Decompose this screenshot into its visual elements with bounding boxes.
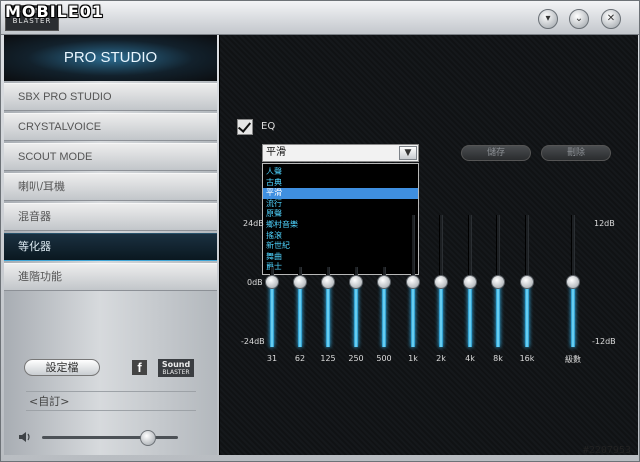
eq-checkbox-label: EQ: [261, 121, 276, 132]
preset-dropdown[interactable]: 平滑 ▼: [262, 144, 419, 162]
slider-fill: [468, 282, 472, 347]
titlebar: SOUND BLASTER MOBILE01 ▾ ⌄ ✕: [1, 1, 639, 35]
preset-option[interactable]: 人聲: [263, 167, 418, 178]
badge-line-2: BLASTER: [162, 369, 190, 376]
slider-thumb[interactable]: [293, 275, 307, 289]
save-preset-button[interactable]: 儲存: [461, 145, 531, 161]
db-top-label: 24dB: [243, 219, 264, 228]
preset-option[interactable]: 古典: [263, 178, 418, 189]
preset-options-list: 人聲 古典 平滑 流行 原聲 鄉村音樂 搖滾 新世紀 舞曲 爵士: [262, 163, 419, 275]
profile-button[interactable]: 設定檔: [24, 359, 100, 376]
preset-option[interactable]: 平滑: [263, 188, 418, 199]
preset-option[interactable]: 流行: [263, 199, 418, 210]
db-mid-label: 0dB: [247, 278, 263, 287]
sidebar-nav: SBX PRO STUDIO CRYSTALVOICE SCOUT MODE 喇叭/耳…: [4, 83, 217, 293]
preset-option[interactable]: 搖滾: [263, 231, 418, 242]
slider-thumb[interactable]: [265, 275, 279, 289]
db-bottom-label: -24dB: [241, 337, 265, 346]
slider-thumb[interactable]: [463, 275, 477, 289]
preset-option[interactable]: 爵士: [263, 262, 418, 273]
slider-thumb[interactable]: [520, 275, 534, 289]
slider-fill: [411, 282, 415, 347]
minimize-button[interactable]: ⌄: [569, 9, 589, 29]
slider-thumb[interactable]: [349, 275, 363, 289]
slider-thumb[interactable]: [406, 275, 420, 289]
preset-option[interactable]: 鄉村音樂: [263, 220, 418, 231]
preset-option[interactable]: 新世紀: [263, 241, 418, 252]
slider-fill: [354, 282, 358, 347]
volume-slider-thumb[interactable]: [139, 430, 156, 446]
slider-fill: [525, 282, 529, 347]
sidebar-item[interactable]: 混音器: [4, 203, 217, 231]
eq-panel: EQ 平滑 ▼ 人聲 古典 平滑 流行 原聲 鄉村音樂 搖滾 新世紀 舞曲 爵士 儲存 刪除 24…: [219, 35, 638, 455]
sidebar: PRO STUDIO SBX PRO STUDIO CRYSTALVOICE SCO…: [4, 35, 217, 455]
slider-thumb[interactable]: [566, 275, 580, 289]
minimize-icon: ⌄: [574, 13, 584, 24]
sound-blaster-badge: Sound BLASTER: [158, 359, 194, 377]
band-label: 16k: [519, 354, 535, 363]
slider-fill: [439, 282, 443, 347]
credit-text: #2207953: [582, 445, 631, 456]
speaker-icon[interactable]: [18, 431, 32, 443]
db-bottom-right-label: -12dB: [592, 337, 616, 346]
band-label: 級數: [565, 355, 581, 364]
dropdown-arrow-icon[interactable]: ▼: [399, 146, 417, 160]
slider-thumb[interactable]: [377, 275, 391, 289]
watermark: MOBILE01: [5, 2, 105, 21]
delete-preset-button[interactable]: 刪除: [541, 145, 611, 161]
slider-fill: [270, 282, 274, 347]
slider-thumb[interactable]: [434, 275, 448, 289]
facebook-icon[interactable]: f: [132, 360, 147, 375]
preset-option[interactable]: 原聲: [263, 209, 418, 220]
eq-checkbox[interactable]: [237, 119, 253, 135]
sidebar-item[interactable]: 等化器: [4, 233, 217, 261]
preset-option[interactable]: 舞曲: [263, 252, 418, 263]
sidebar-item[interactable]: 喇叭/耳機: [4, 173, 217, 201]
sidebar-item[interactable]: SBX PRO STUDIO: [4, 83, 217, 111]
settings-button[interactable]: ▾: [538, 9, 558, 29]
volume-track[interactable]: [42, 436, 178, 439]
badge-line-1: Sound: [161, 360, 191, 369]
sidebar-item[interactable]: SCOUT MODE: [4, 143, 217, 171]
slider-fill: [382, 282, 386, 347]
settings-icon: ▾: [545, 13, 551, 24]
custom-profile-label: <自訂>: [26, 391, 196, 411]
slider-thumb[interactable]: [491, 275, 505, 289]
db-top-right-label: 12dB: [594, 219, 615, 228]
slider-fill: [571, 282, 575, 347]
sidebar-item[interactable]: CRYSTALVOICE: [4, 113, 217, 141]
preset-dropdown-value: 平滑: [266, 147, 286, 158]
close-icon: ✕: [606, 13, 616, 24]
slider-thumb[interactable]: [321, 275, 335, 289]
sidebar-item[interactable]: 進階功能: [4, 263, 217, 291]
brand-header: PRO STUDIO: [4, 35, 217, 81]
app-window: SOUND BLASTER MOBILE01 ▾ ⌄ ✕ PRO STUDIO …: [0, 0, 640, 462]
slider-fill: [496, 282, 500, 347]
slider-fill: [298, 282, 302, 347]
slider-fill: [326, 282, 330, 347]
close-button[interactable]: ✕: [601, 9, 621, 29]
